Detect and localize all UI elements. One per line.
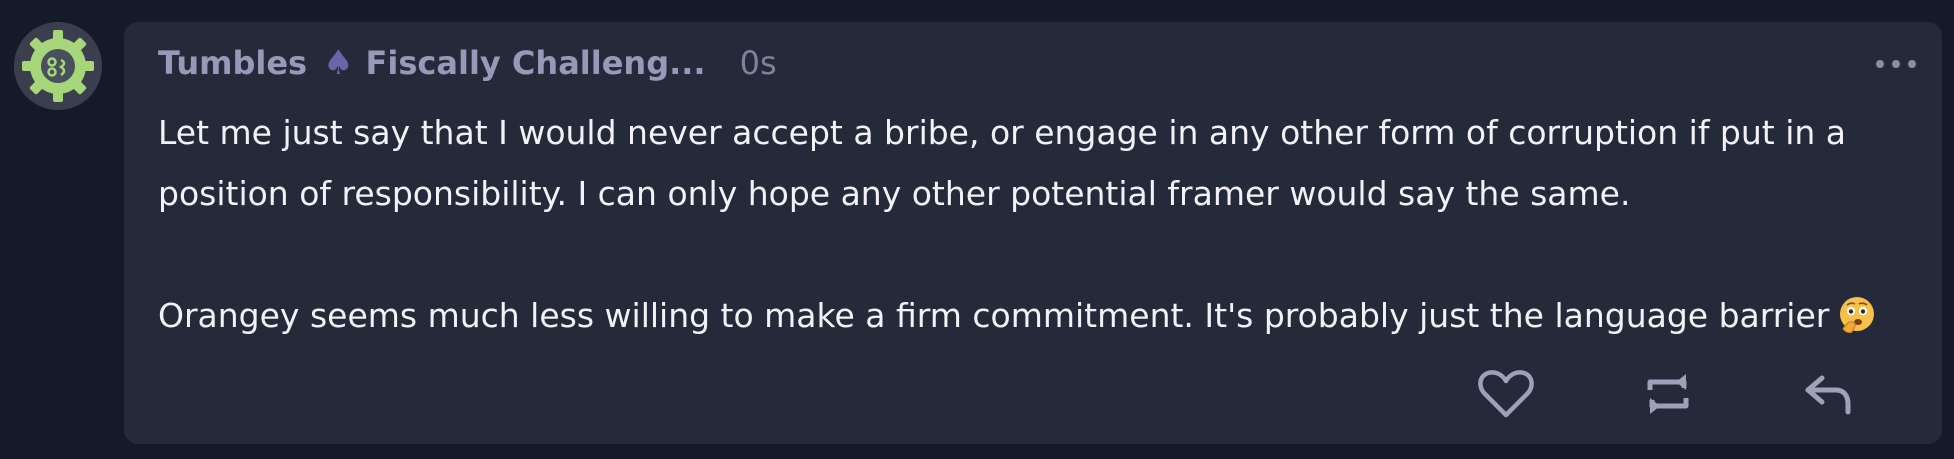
gear-icon	[14, 22, 102, 110]
like-button[interactable]	[1474, 362, 1538, 426]
author-tag[interactable]: Fiscally Challeng...	[366, 44, 706, 82]
thinking-face-emoji-icon	[1840, 297, 1875, 334]
avatar[interactable]	[14, 22, 102, 110]
boost-button[interactable]	[1636, 362, 1700, 426]
reply-button[interactable]	[1796, 362, 1860, 426]
post-card: Tumbles ♠ Fiscally Challeng... 0s Let me…	[124, 22, 1942, 444]
author-name[interactable]: Tumbles	[158, 44, 307, 82]
more-options-icon	[1876, 60, 1884, 68]
post-timestamp[interactable]: 0s	[740, 44, 777, 82]
post-paragraph: Orangey seems much less willing to make …	[158, 285, 1908, 346]
repost-icon	[1647, 374, 1689, 414]
post-paragraph-text: Orangey seems much less willing to make …	[158, 296, 1830, 335]
post-actions	[124, 362, 1942, 432]
spade-icon: ♠	[323, 43, 354, 83]
post-content: Let me just say that I would never accep…	[158, 102, 1908, 346]
more-options-dot	[1892, 60, 1900, 68]
heart-icon	[1478, 370, 1534, 418]
post-view: Tumbles ♠ Fiscally Challeng... 0s Let me…	[0, 0, 1954, 459]
reply-icon	[1805, 375, 1851, 415]
post-header: Tumbles ♠ Fiscally Challeng... 0s	[158, 38, 777, 88]
post-paragraph: Let me just say that I would never accep…	[158, 113, 1847, 213]
more-options-button[interactable]	[1876, 52, 1916, 76]
more-options-dot	[1908, 60, 1916, 68]
